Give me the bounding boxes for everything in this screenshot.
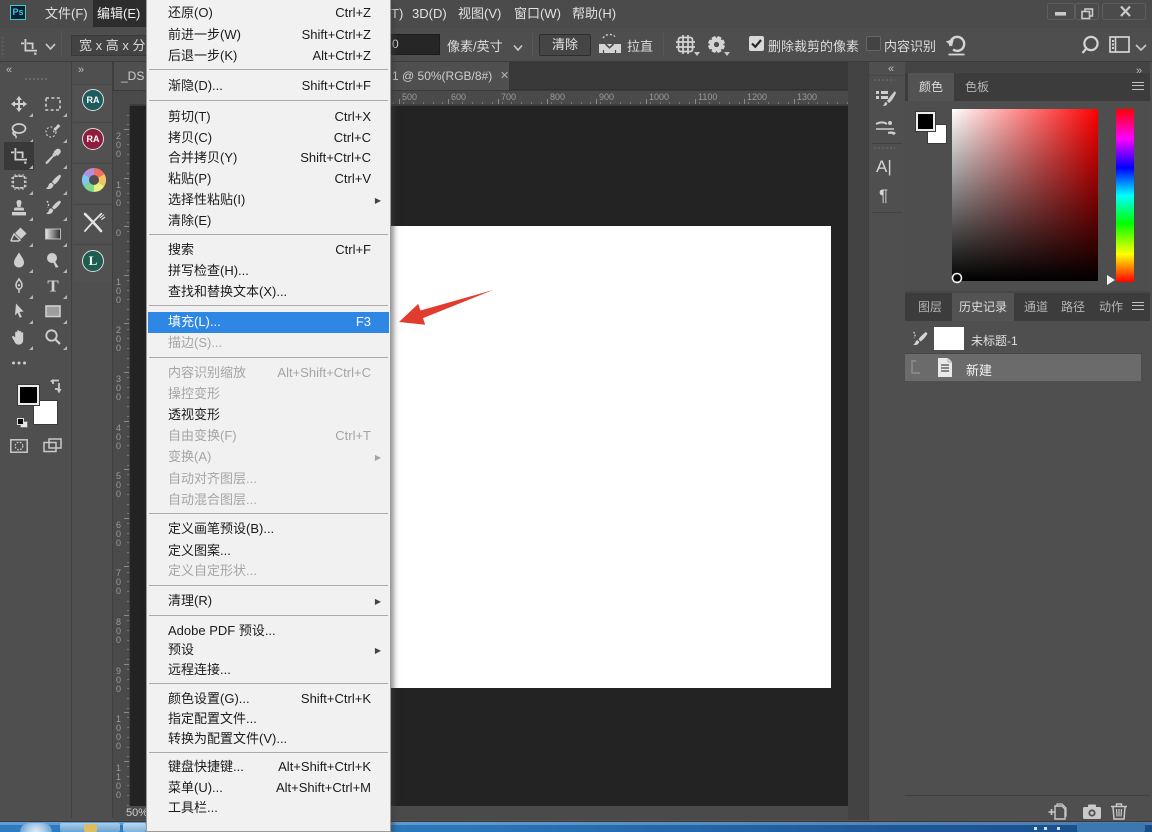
svg-text:T: T [47,277,59,295]
